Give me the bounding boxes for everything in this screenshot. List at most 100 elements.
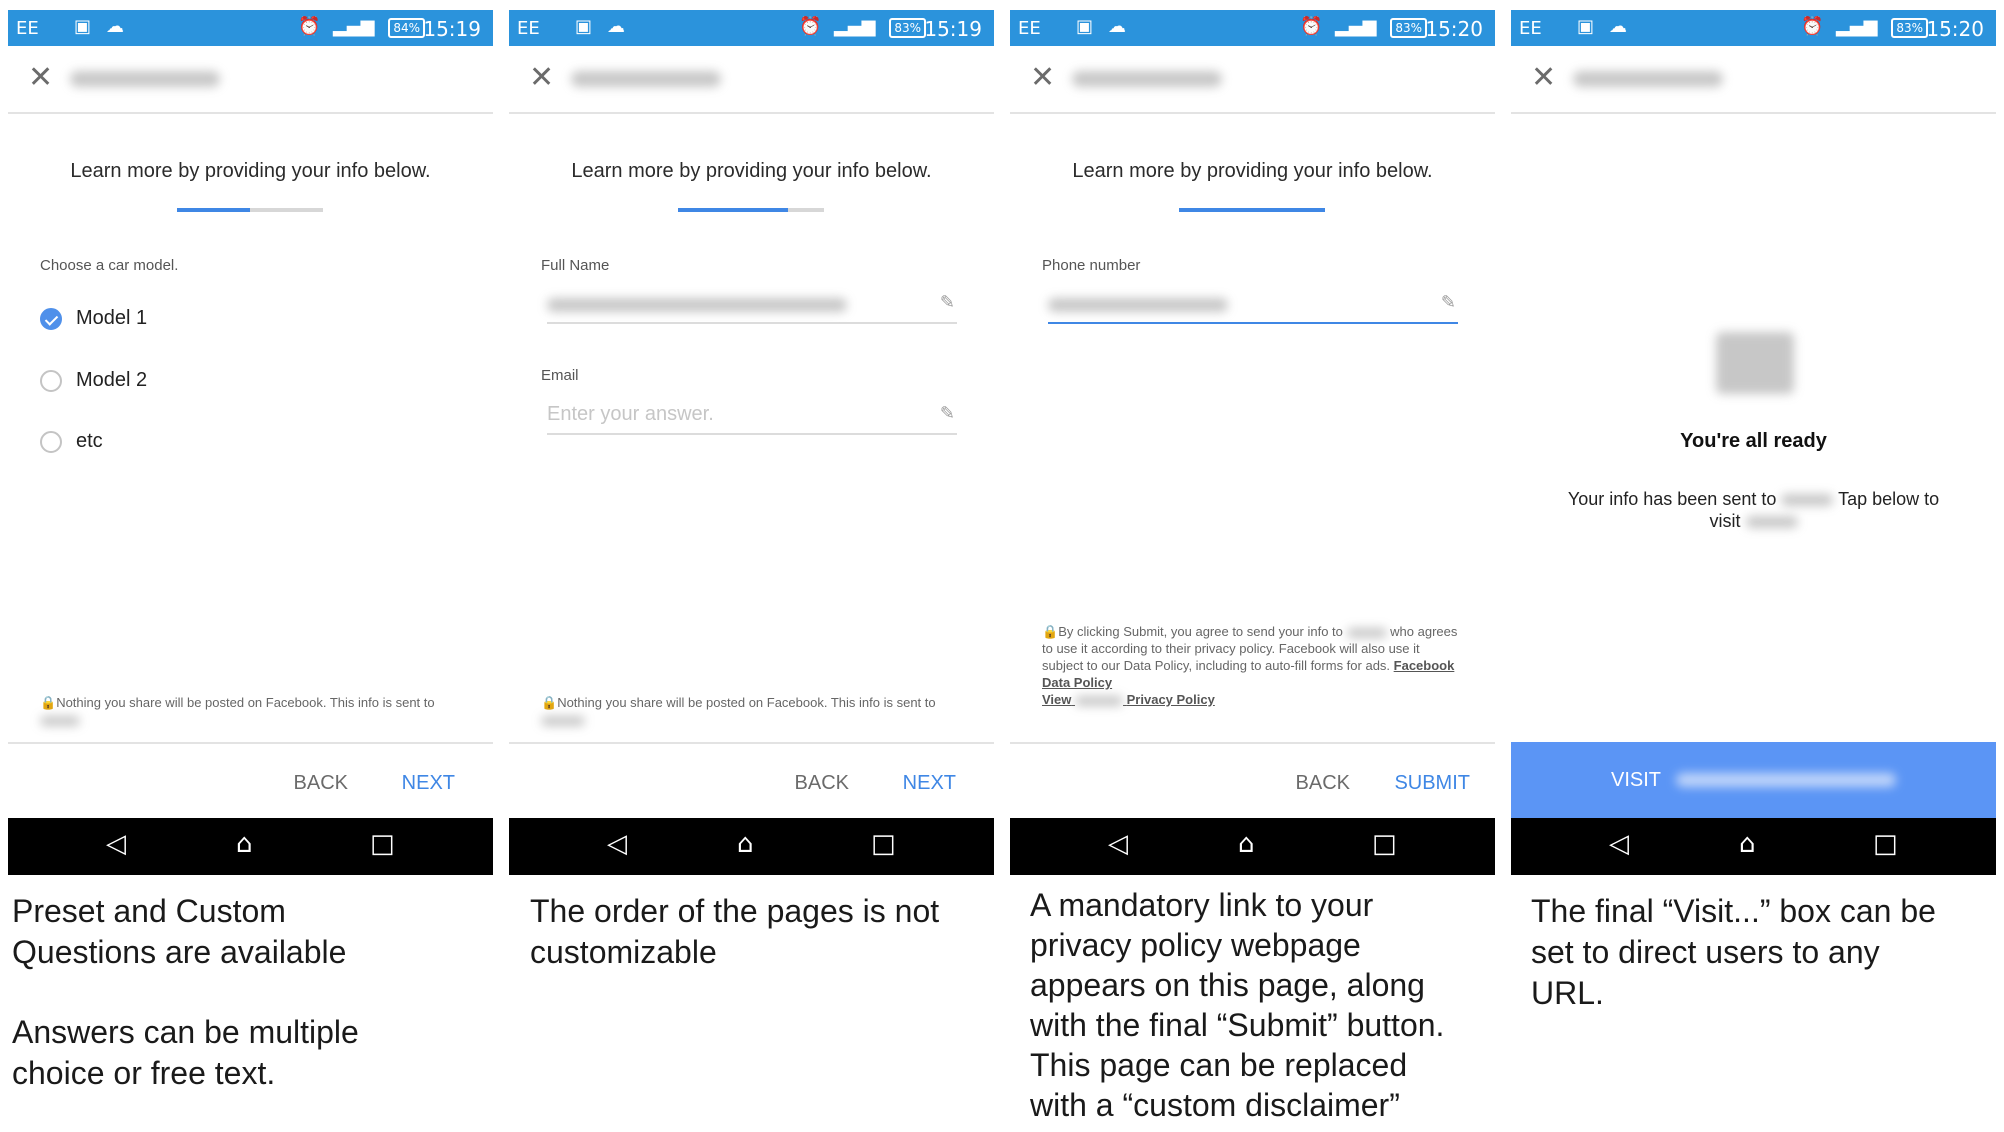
carrier-label: EE: [1018, 18, 1041, 39]
pencil-icon: ✎: [1440, 292, 1456, 313]
cloud-icon: ☁: [1108, 16, 1126, 37]
phone-number-label: Phone number: [1042, 257, 1141, 274]
next-button[interactable]: NEXT: [402, 772, 455, 795]
alarm-icon: ⏰: [1801, 16, 1824, 37]
redacted-advertiser-name: [1573, 71, 1723, 87]
back-button[interactable]: BACK: [294, 772, 348, 795]
pencil-icon: ✎: [939, 403, 955, 424]
recents-square-icon[interactable]: □: [1372, 829, 1397, 859]
form-footer: BACK SUBMIT: [1010, 742, 1495, 820]
form-footer: BACK NEXT: [8, 742, 493, 820]
clock: 15:19: [423, 17, 481, 41]
visit-button[interactable]: VISIT: [1511, 742, 1996, 818]
back-triangle-icon[interactable]: ◁: [1609, 829, 1629, 859]
redacted-advertiser-name: [571, 71, 721, 87]
android-nav-bar: ◁ ⌂ □: [509, 818, 994, 875]
back-button[interactable]: BACK: [795, 772, 849, 795]
question-label: Choose a car model.: [40, 257, 179, 274]
visit-label: VISIT: [1611, 769, 1662, 791]
alarm-icon: ⏰: [298, 16, 321, 37]
redacted-advertiser-name: [541, 715, 585, 726]
image-icon: ▣: [1076, 16, 1094, 37]
clock: 15:20: [1425, 17, 1483, 41]
view-privacy-policy-link[interactable]: View Privacy Policy: [1042, 692, 1215, 707]
alarm-icon: ⏰: [799, 16, 822, 37]
back-triangle-icon[interactable]: ◁: [106, 829, 126, 859]
android-nav-bar: ◁ ⌂ □: [1010, 818, 1495, 875]
submit-button[interactable]: SUBMIT: [1394, 772, 1470, 795]
redacted-advertiser-name: [40, 715, 80, 726]
image-icon: ▣: [74, 16, 92, 37]
option-model-1[interactable]: Model 1: [40, 307, 147, 330]
back-triangle-icon[interactable]: ◁: [1108, 829, 1128, 859]
close-icon[interactable]: ✕: [1030, 60, 1055, 95]
image-icon: ▣: [1577, 16, 1595, 37]
pencil-icon: ✎: [939, 292, 955, 313]
app-bar: ✕: [1010, 46, 1495, 114]
option-model-2[interactable]: Model 2: [40, 369, 147, 392]
redacted-phone-value: [1048, 298, 1228, 312]
privacy-note: 🔒Nothing you share will be posted on Fac…: [541, 694, 961, 728]
app-bar: ✕: [509, 46, 994, 114]
close-icon[interactable]: ✕: [529, 60, 554, 95]
cloud-icon: ☁: [607, 16, 625, 37]
full-name-label: Full Name: [541, 257, 610, 274]
app-bar: ✕: [8, 46, 493, 114]
success-message: Your info has been sent to Tap below to …: [1567, 489, 1940, 531]
close-icon[interactable]: ✕: [28, 60, 53, 95]
redacted-advertiser-name: [70, 71, 220, 87]
status-bar: EE ▣ ☁ ⏰ ▂▄▆ 84% 15:19: [8, 10, 493, 46]
progress-bar: [678, 208, 824, 212]
phone-number-field[interactable]: ✎: [1048, 288, 1458, 324]
full-name-field[interactable]: ✎: [547, 288, 957, 324]
checked-radio-icon[interactable]: [40, 307, 62, 330]
status-bar: EE ▣ ☁ ⏰ ▂▄▆ 83% 15:20: [1010, 10, 1495, 46]
radio-icon[interactable]: [40, 430, 62, 453]
recents-square-icon[interactable]: □: [871, 829, 896, 859]
radio-icon[interactable]: [40, 369, 62, 392]
back-triangle-icon[interactable]: ◁: [607, 829, 627, 859]
redacted-advertiser-name: [1745, 516, 1798, 529]
close-icon[interactable]: ✕: [1531, 60, 1556, 95]
email-field[interactable]: Enter your answer. ✎: [547, 399, 957, 435]
redacted-full-name-value: [547, 298, 847, 312]
recents-square-icon[interactable]: □: [1873, 829, 1898, 859]
lock-icon: 🔒: [541, 695, 558, 710]
signal-icon: ▂▄▆: [1836, 16, 1878, 37]
intro-text: Learn more by providing your info below.: [1072, 160, 1433, 182]
back-button[interactable]: BACK: [1296, 772, 1350, 795]
signal-icon: ▂▄▆: [834, 16, 876, 37]
home-icon[interactable]: ⌂: [236, 829, 253, 859]
success-heading: You're all ready: [1680, 430, 1827, 452]
lock-icon: 🔒: [40, 695, 57, 710]
battery-indicator: 84%: [388, 18, 425, 38]
carrier-label: EE: [1519, 18, 1542, 39]
android-nav-bar: ◁ ⌂ □: [8, 818, 493, 875]
phone-screen-4: EE ▣ ☁ ⏰ ▂▄▆ 83% 15:20 ✕ You're all read…: [1511, 10, 1996, 875]
signal-icon: ▂▄▆: [1335, 16, 1377, 37]
home-icon[interactable]: ⌂: [1238, 829, 1255, 859]
home-icon[interactable]: ⌂: [1739, 829, 1756, 859]
redacted-advertiser-name: [1075, 695, 1124, 706]
caption-2: The order of the pages is not customizab…: [530, 893, 940, 970]
progress-fill: [177, 208, 250, 212]
caption-3: A mandatory link to your privacy policy …: [1030, 887, 1445, 1123]
signal-icon: ▂▄▆: [333, 16, 375, 37]
carrier-label: EE: [16, 18, 39, 39]
status-bar: EE ▣ ☁ ⏰ ▂▄▆ 83% 15:20: [1511, 10, 1996, 46]
carrier-label: EE: [517, 18, 540, 39]
form-footer: BACK NEXT: [509, 742, 994, 820]
caption-4: The final “Visit...” box can be set to d…: [1531, 893, 1936, 1011]
home-icon[interactable]: ⌂: [737, 829, 754, 859]
phone-screen-1: EE ▣ ☁ ⏰ ▂▄▆ 84% 15:19 ✕ Learn more by p…: [8, 10, 493, 875]
progress-bar: [1179, 208, 1325, 212]
progress-bar: [177, 208, 323, 212]
recents-square-icon[interactable]: □: [370, 829, 395, 859]
progress-fill: [1179, 208, 1325, 212]
intro-text: Learn more by providing your info below.: [571, 160, 932, 182]
redacted-advertiser-name: [1072, 71, 1222, 87]
next-button[interactable]: NEXT: [903, 772, 956, 795]
lock-icon: 🔒: [1042, 624, 1059, 639]
redacted-advertiser-name: [1781, 494, 1834, 507]
option-etc[interactable]: etc: [40, 430, 103, 453]
